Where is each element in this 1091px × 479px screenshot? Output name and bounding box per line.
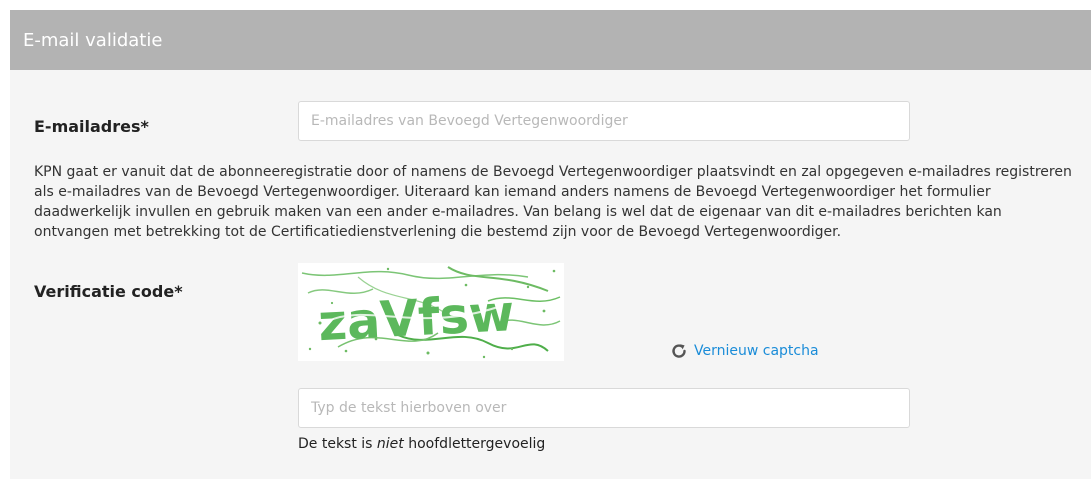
refresh-icon: [670, 342, 688, 360]
email-input[interactable]: [298, 101, 910, 141]
panel-header: E-mail validatie: [10, 10, 1091, 70]
verification-code-input[interactable]: [298, 388, 910, 428]
email-description: KPN gaat er vanuit dat de abonneeregistr…: [34, 164, 1072, 240]
panel-title: E-mail validatie: [23, 29, 163, 51]
hint-text-start: De tekst is: [298, 436, 377, 452]
case-insensitive-hint: De tekst is niet hoofdlettergevoelig: [298, 436, 545, 452]
captcha-image: zaVfsw: [298, 263, 564, 361]
email-validation-panel: E-mail validatie E-mailadres* KPN gaat e…: [10, 10, 1091, 479]
verification-code-label: Verificatie code*: [34, 282, 183, 301]
hint-emphasis: niet: [376, 436, 404, 452]
email-label: E-mailadres*: [34, 117, 149, 136]
hint-text-end: hoofdlettergevoelig: [403, 436, 546, 452]
refresh-captcha-label: Vernieuw captcha: [694, 343, 819, 359]
refresh-captcha-link[interactable]: Vernieuw captcha: [670, 342, 819, 360]
